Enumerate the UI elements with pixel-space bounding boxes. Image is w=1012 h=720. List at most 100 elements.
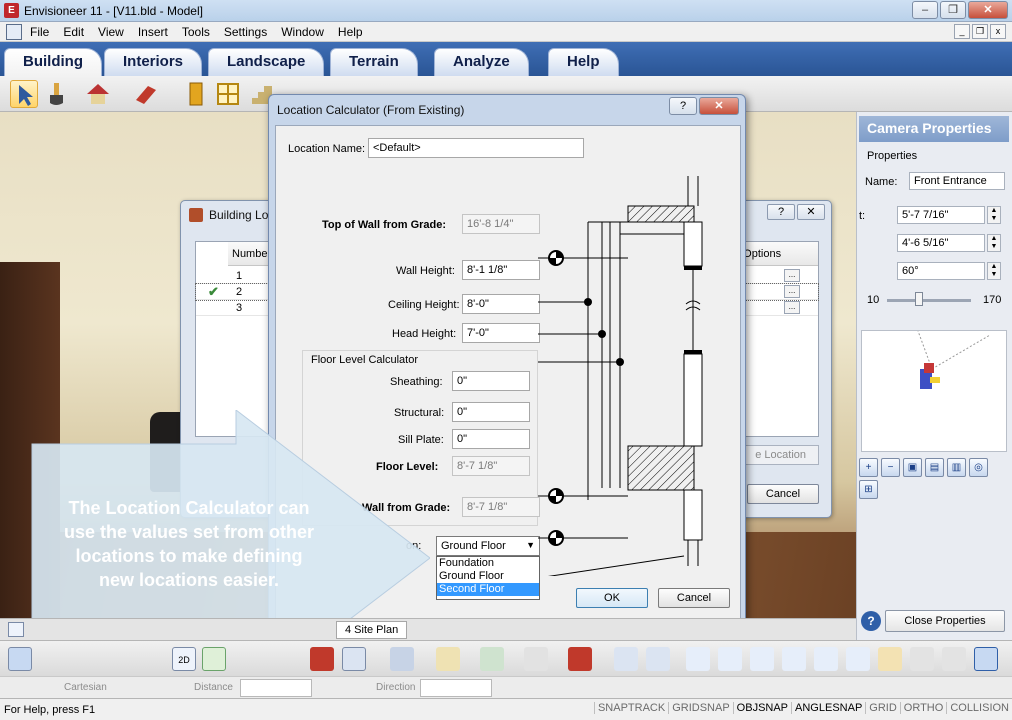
camera-height-input[interactable]: 5'-7 7/16": [897, 206, 985, 224]
ceiling-height-input[interactable]: 8'-0": [462, 294, 540, 314]
minimize-button[interactable]: –: [912, 1, 938, 19]
target-height-input[interactable]: 4'-6 5/16": [897, 234, 985, 252]
ok-button[interactable]: OK: [576, 588, 648, 608]
gridsnap-toggle[interactable]: GRIDSNAP: [668, 702, 732, 714]
cancel-button[interactable]: Cancel: [658, 588, 730, 608]
cartesian-label[interactable]: Cartesian: [64, 682, 107, 693]
spin-up-down-icon[interactable]: ▲ ▼: [987, 234, 1001, 252]
dialog-help-button[interactable]: ?: [669, 97, 697, 115]
location-name-input[interactable]: <Default>: [368, 138, 584, 158]
zoom-in-icon[interactable]: [686, 647, 710, 671]
close-properties-button[interactable]: Close Properties: [885, 610, 1005, 632]
menu-help[interactable]: Help: [338, 25, 363, 39]
structural-input[interactable]: 0": [452, 402, 530, 422]
row-options-button[interactable]: ...: [784, 285, 800, 298]
direction-input[interactable]: [420, 679, 492, 697]
row-options-button[interactable]: ...: [784, 269, 800, 282]
close-icon[interactable]: ✕: [797, 204, 825, 220]
zoom-in-icon[interactable]: +: [859, 458, 878, 477]
restore-button[interactable]: ❐: [940, 1, 966, 19]
select-arrow-icon[interactable]: [10, 80, 38, 108]
camera-minimap[interactable]: [861, 330, 1007, 452]
ortho-toggle[interactable]: ORTHO: [899, 702, 947, 714]
paint-brush-icon[interactable]: [42, 80, 70, 108]
camera-icon[interactable]: [480, 647, 504, 671]
menu-window[interactable]: Window: [281, 25, 324, 39]
wall-tool-icon[interactable]: [132, 80, 160, 108]
location-select[interactable]: Ground Floor ▼: [436, 536, 540, 556]
objsnap-toggle[interactable]: OBJSNAP: [732, 702, 791, 714]
display-icon[interactable]: [646, 647, 670, 671]
menu-edit[interactable]: Edit: [63, 25, 84, 39]
mdi-minimize-button[interactable]: _: [954, 24, 970, 39]
spin-up-down-icon[interactable]: ▲ ▼: [987, 262, 1001, 280]
tab-terrain[interactable]: Terrain: [330, 48, 418, 76]
outline-house-icon[interactable]: [342, 647, 366, 671]
col-number-header[interactable]: Numbe: [232, 248, 267, 260]
fov-slider-track[interactable]: [887, 299, 971, 302]
pan-hand-icon[interactable]: [878, 647, 902, 671]
mdi-close-button[interactable]: x: [990, 24, 1006, 39]
zoom-window-icon[interactable]: ▣: [903, 458, 922, 477]
row-options-button[interactable]: ...: [784, 301, 800, 314]
wall-height-input[interactable]: 8'-1 1/8": [462, 260, 540, 280]
monitor-icon[interactable]: [614, 647, 638, 671]
window-tool-icon[interactable]: [214, 80, 242, 108]
dialog-close-icon[interactable]: ✕: [699, 97, 739, 115]
snaptrack-toggle[interactable]: SNAPTRACK: [593, 702, 668, 714]
refresh-icon[interactable]: [974, 647, 998, 671]
zoom-extents-icon[interactable]: [846, 647, 870, 671]
option-ground-floor[interactable]: Ground Floor: [437, 570, 539, 583]
fence-icon[interactable]: [524, 647, 548, 671]
model-view-icon[interactable]: [8, 622, 24, 637]
door-tool-icon[interactable]: [182, 80, 210, 108]
orbit-icon[interactable]: [942, 647, 966, 671]
collision-toggle[interactable]: COLLISION: [946, 702, 1012, 714]
roof-view-icon[interactable]: [390, 647, 414, 671]
spin-up-down-icon[interactable]: ▲ ▼: [987, 206, 1001, 224]
field-of-view-input[interactable]: 60°: [897, 262, 985, 280]
tab-help[interactable]: Help: [548, 48, 619, 76]
menu-settings[interactable]: Settings: [224, 25, 267, 39]
fov-slider-thumb[interactable]: [915, 292, 923, 306]
document-icon[interactable]: [6, 24, 22, 40]
zoom-add-icon[interactable]: ▤: [925, 458, 944, 477]
menu-file[interactable]: File: [30, 25, 49, 39]
distance-input[interactable]: [240, 679, 312, 697]
zoom-extents-icon[interactable]: ⊞: [859, 480, 878, 499]
menu-tools[interactable]: Tools: [182, 25, 210, 39]
location-options-list[interactable]: Foundation Ground Floor Second Floor: [436, 556, 540, 600]
zoom-out-icon[interactable]: −: [881, 458, 900, 477]
zoom-window-icon[interactable]: [750, 647, 774, 671]
anglesnap-toggle[interactable]: ANGLESNAP: [791, 702, 865, 714]
funnel-icon[interactable]: [436, 647, 460, 671]
zoom-out-icon[interactable]: [718, 647, 742, 671]
chevron-down-icon[interactable]: ▼: [526, 540, 535, 550]
option-foundation[interactable]: Foundation: [437, 557, 539, 570]
house-tool-icon[interactable]: [84, 80, 112, 108]
bl-cancel-button[interactable]: Cancel: [747, 484, 819, 504]
tab-analyze[interactable]: Analyze: [434, 48, 529, 76]
house-view-icon[interactable]: [310, 647, 334, 671]
2d-view-icon[interactable]: 2D: [172, 647, 196, 671]
tab-interiors[interactable]: Interiors: [104, 48, 203, 76]
mdi-restore-button[interactable]: ❐: [972, 24, 988, 39]
walk-footprints-icon[interactable]: [910, 647, 934, 671]
2d-grid-icon[interactable]: [202, 647, 226, 671]
help-button[interactable]: ?: [767, 204, 795, 220]
tab-building[interactable]: Building: [4, 48, 102, 76]
help-icon[interactable]: ?: [861, 611, 881, 631]
zoom-previous-icon[interactable]: [782, 647, 806, 671]
zoom-remove-icon[interactable]: ▥: [947, 458, 966, 477]
camera-name-input[interactable]: Front Entrance: [909, 172, 1005, 190]
close-button[interactable]: ✕: [968, 1, 1008, 19]
menu-insert[interactable]: Insert: [138, 25, 168, 39]
grid-toggle[interactable]: GRID: [865, 702, 900, 714]
tab-landscape[interactable]: Landscape: [208, 48, 325, 76]
sill-plate-input[interactable]: 0": [452, 429, 530, 449]
zoom-search-icon[interactable]: [814, 647, 838, 671]
plan-view-icon[interactable]: [8, 647, 32, 671]
option-second-floor[interactable]: Second Floor: [437, 583, 539, 596]
tab-site-plan[interactable]: 4 Site Plan: [336, 621, 408, 639]
head-height-input[interactable]: 7'-0": [462, 323, 540, 343]
